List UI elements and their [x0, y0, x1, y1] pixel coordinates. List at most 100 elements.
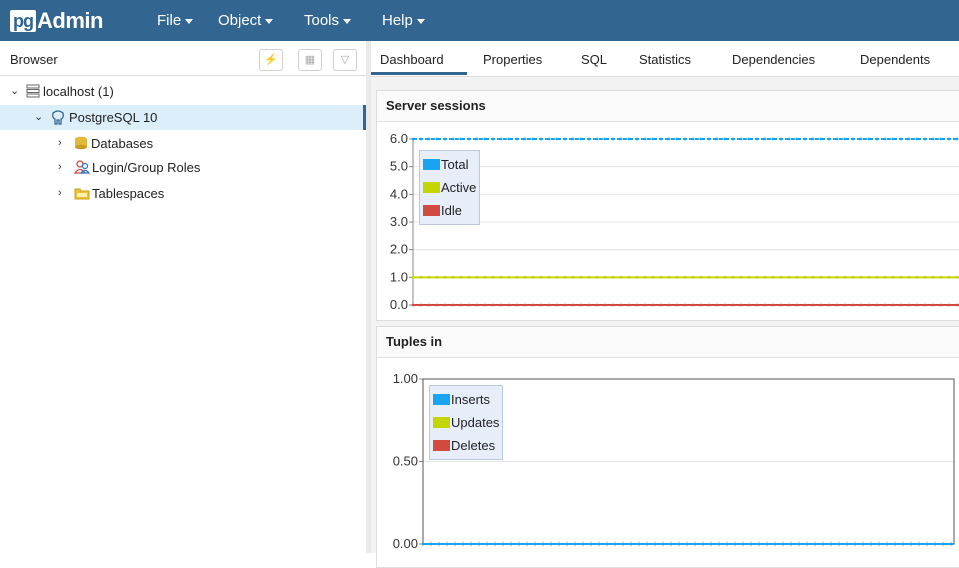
data-point	[907, 275, 911, 279]
data-point	[571, 303, 575, 307]
y-tick-label: 0.0	[390, 297, 408, 312]
data-point	[581, 542, 585, 546]
data-point	[523, 275, 527, 279]
data-point	[573, 542, 577, 546]
data-point	[845, 542, 849, 546]
data-point	[539, 275, 543, 279]
data-point	[883, 137, 887, 141]
data-point	[549, 542, 553, 546]
menu-file[interactable]: File	[157, 12, 194, 29]
data-point	[659, 275, 663, 279]
data-point	[867, 137, 871, 141]
data-point	[763, 303, 767, 307]
tab-dependencies[interactable]: Dependencies	[732, 52, 815, 67]
data-point	[659, 137, 663, 141]
tab-sql[interactable]: SQL	[581, 52, 607, 67]
data-point	[461, 542, 465, 546]
data-point	[611, 137, 615, 141]
chevron-right-icon[interactable]: ›	[58, 162, 68, 173]
data-point	[587, 303, 591, 307]
data-point	[739, 275, 743, 279]
data-point	[667, 137, 671, 141]
data-point	[531, 303, 535, 307]
data-point	[507, 137, 511, 141]
data-point	[643, 275, 647, 279]
filter-icon[interactable]: ▽	[333, 49, 357, 71]
data-point	[437, 542, 441, 546]
data-point	[821, 542, 825, 546]
data-point	[533, 542, 537, 546]
data-point	[931, 303, 935, 307]
data-point	[435, 303, 439, 307]
logo-suffix: Admin	[37, 7, 103, 33]
data-point	[499, 137, 503, 141]
data-point	[947, 137, 951, 141]
legend-swatch	[423, 182, 440, 193]
data-point	[635, 137, 639, 141]
tab-dependents[interactable]: Dependents	[860, 52, 930, 67]
legend-label: Updates	[451, 415, 500, 430]
chevron-down-icon[interactable]: ⌄	[34, 112, 44, 123]
data-point	[539, 137, 543, 141]
data-point	[725, 542, 729, 546]
chevron-down-icon	[185, 19, 194, 24]
data-point	[723, 137, 727, 141]
data-point	[835, 275, 839, 279]
tab-dashboard[interactable]: Dashboard	[380, 52, 444, 67]
data-point	[669, 542, 673, 546]
chevron-down-icon[interactable]: ⌄	[10, 86, 20, 97]
tree-node-tablespaces[interactable]: › Tablespaces	[58, 181, 164, 205]
tree-node-login-roles[interactable]: › Login/Group Roles	[58, 155, 200, 179]
data-point	[443, 137, 447, 141]
browser-panel: Browser ⚡ ▦ ▽ ⌄ localhost (1) ⌄ PostgreS…	[0, 41, 366, 553]
lightning-icon[interactable]: ⚡	[259, 49, 283, 71]
data-point	[899, 275, 903, 279]
data-point	[627, 275, 631, 279]
data-point	[917, 542, 921, 546]
data-point	[779, 137, 783, 141]
menu-object[interactable]: Object	[218, 12, 274, 29]
data-point	[595, 275, 599, 279]
data-point	[595, 303, 599, 307]
data-point	[539, 303, 543, 307]
tree-node-localhost[interactable]: ⌄ localhost (1)	[10, 79, 114, 103]
data-point	[683, 275, 687, 279]
chevron-right-icon[interactable]: ›	[58, 138, 68, 149]
chevron-right-icon[interactable]: ›	[58, 188, 68, 199]
data-point	[621, 542, 625, 546]
data-point	[797, 542, 801, 546]
data-point	[467, 137, 471, 141]
tab-properties[interactable]: Properties	[483, 52, 542, 67]
tuples-in-panel: Tuples in 0.00 0.50 1.00 Inserts Updates D…	[376, 326, 959, 568]
data-point	[661, 542, 665, 546]
data-point	[571, 137, 575, 141]
data-point	[827, 303, 831, 307]
data-point	[587, 275, 591, 279]
tablespaces-icon	[74, 188, 90, 200]
data-point	[603, 275, 607, 279]
data-point	[427, 137, 431, 141]
data-point	[941, 542, 945, 546]
tab-statistics[interactable]: Statistics	[639, 52, 691, 67]
data-point	[491, 303, 495, 307]
grid-icon[interactable]: ▦	[298, 49, 322, 71]
menu-help[interactable]: Help	[382, 12, 425, 29]
data-point	[493, 542, 497, 546]
data-point	[859, 137, 863, 141]
data-point	[741, 542, 745, 546]
data-point	[701, 542, 705, 546]
tree-node-databases[interactable]: › Databases	[58, 131, 153, 155]
data-point	[835, 303, 839, 307]
data-point	[467, 275, 471, 279]
tree-node-postgresql[interactable]: ⌄ PostgreSQL 10	[34, 105, 157, 129]
data-point	[675, 275, 679, 279]
chevron-down-icon	[343, 19, 352, 24]
data-point	[859, 303, 863, 307]
data-point	[419, 275, 423, 279]
data-point	[459, 275, 463, 279]
data-point	[651, 303, 655, 307]
data-point	[515, 303, 519, 307]
chevron-down-icon	[416, 19, 425, 24]
data-point	[677, 542, 681, 546]
menu-tools[interactable]: Tools	[304, 12, 352, 29]
